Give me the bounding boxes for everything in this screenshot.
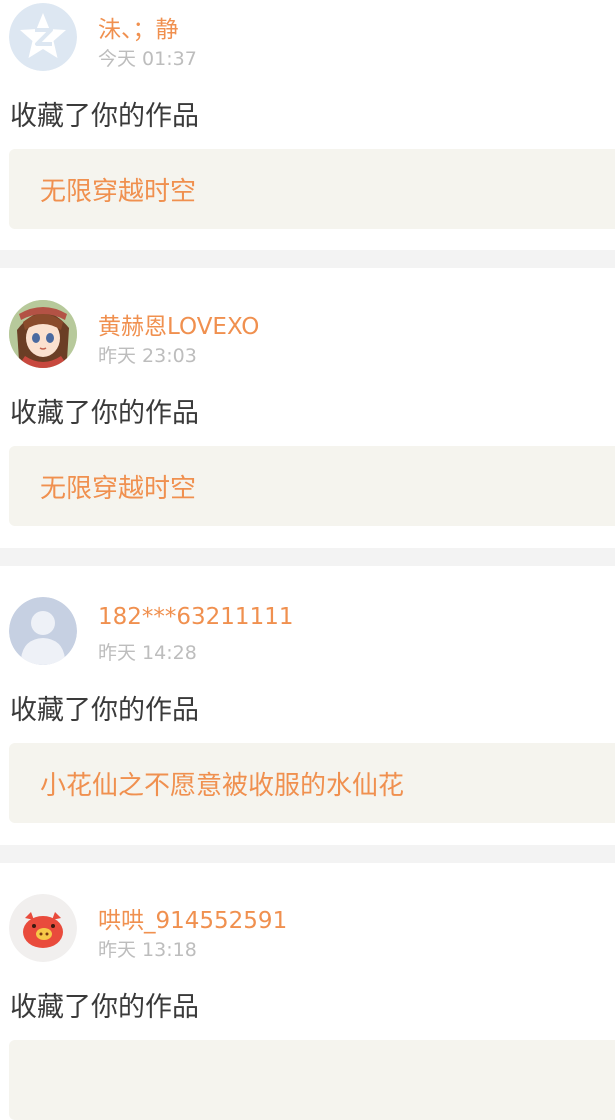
- username[interactable]: 沬、；静: [98, 10, 179, 44]
- red-pig-icon: [9, 894, 77, 962]
- user-avatar[interactable]: [9, 894, 77, 962]
- notification-card: 哄哄_914552591 昨天 13:18 收藏了你的作品: [0, 863, 615, 1120]
- qzone-logo-icon: [9, 3, 77, 71]
- card-separator: [0, 548, 615, 566]
- action-text: 收藏了你的作品: [10, 992, 199, 1023]
- work-link[interactable]: 无限穿越时空: [9, 446, 615, 526]
- work-title: 无限穿越时空: [40, 177, 197, 207]
- card-separator: [0, 845, 615, 863]
- anime-girl-icon: [9, 300, 77, 368]
- work-link[interactable]: [9, 1040, 615, 1120]
- action-text: 收藏了你的作品: [10, 101, 199, 132]
- notification-card: 沬、；静 今天 01:37 收藏了你的作品 无限穿越时空: [0, 0, 615, 250]
- user-avatar[interactable]: [9, 300, 77, 368]
- username[interactable]: 黄赫恩LOVEXO: [98, 307, 259, 341]
- default-person-icon: [9, 597, 77, 665]
- user-avatar[interactable]: [9, 3, 77, 71]
- timestamp: 昨天 23:03: [98, 345, 197, 367]
- notification-card: 182***63211111 昨天 14:28 收藏了你的作品 小花仙之不愿意被…: [0, 566, 615, 845]
- username[interactable]: 哄哄_914552591: [98, 901, 287, 935]
- work-link[interactable]: 小花仙之不愿意被收服的水仙花: [9, 743, 615, 823]
- notification-feed: 沬、；静 今天 01:37 收藏了你的作品 无限穿越时空 黄赫恩LOVEXO 昨…: [0, 0, 615, 1120]
- work-title: 无限穿越时空: [40, 474, 197, 504]
- work-title: 小花仙之不愿意被收服的水仙花: [40, 771, 405, 801]
- timestamp: 昨天 14:28: [98, 642, 197, 664]
- timestamp: 今天 01:37: [98, 48, 197, 70]
- timestamp: 昨天 13:18: [98, 939, 197, 961]
- username[interactable]: 182***63211111: [98, 604, 293, 630]
- action-text: 收藏了你的作品: [10, 695, 199, 726]
- work-link[interactable]: 无限穿越时空: [9, 149, 615, 229]
- notification-card: 黄赫恩LOVEXO 昨天 23:03 收藏了你的作品 无限穿越时空: [0, 268, 615, 548]
- user-avatar[interactable]: [9, 597, 77, 665]
- card-separator: [0, 250, 615, 268]
- action-text: 收藏了你的作品: [10, 398, 199, 429]
